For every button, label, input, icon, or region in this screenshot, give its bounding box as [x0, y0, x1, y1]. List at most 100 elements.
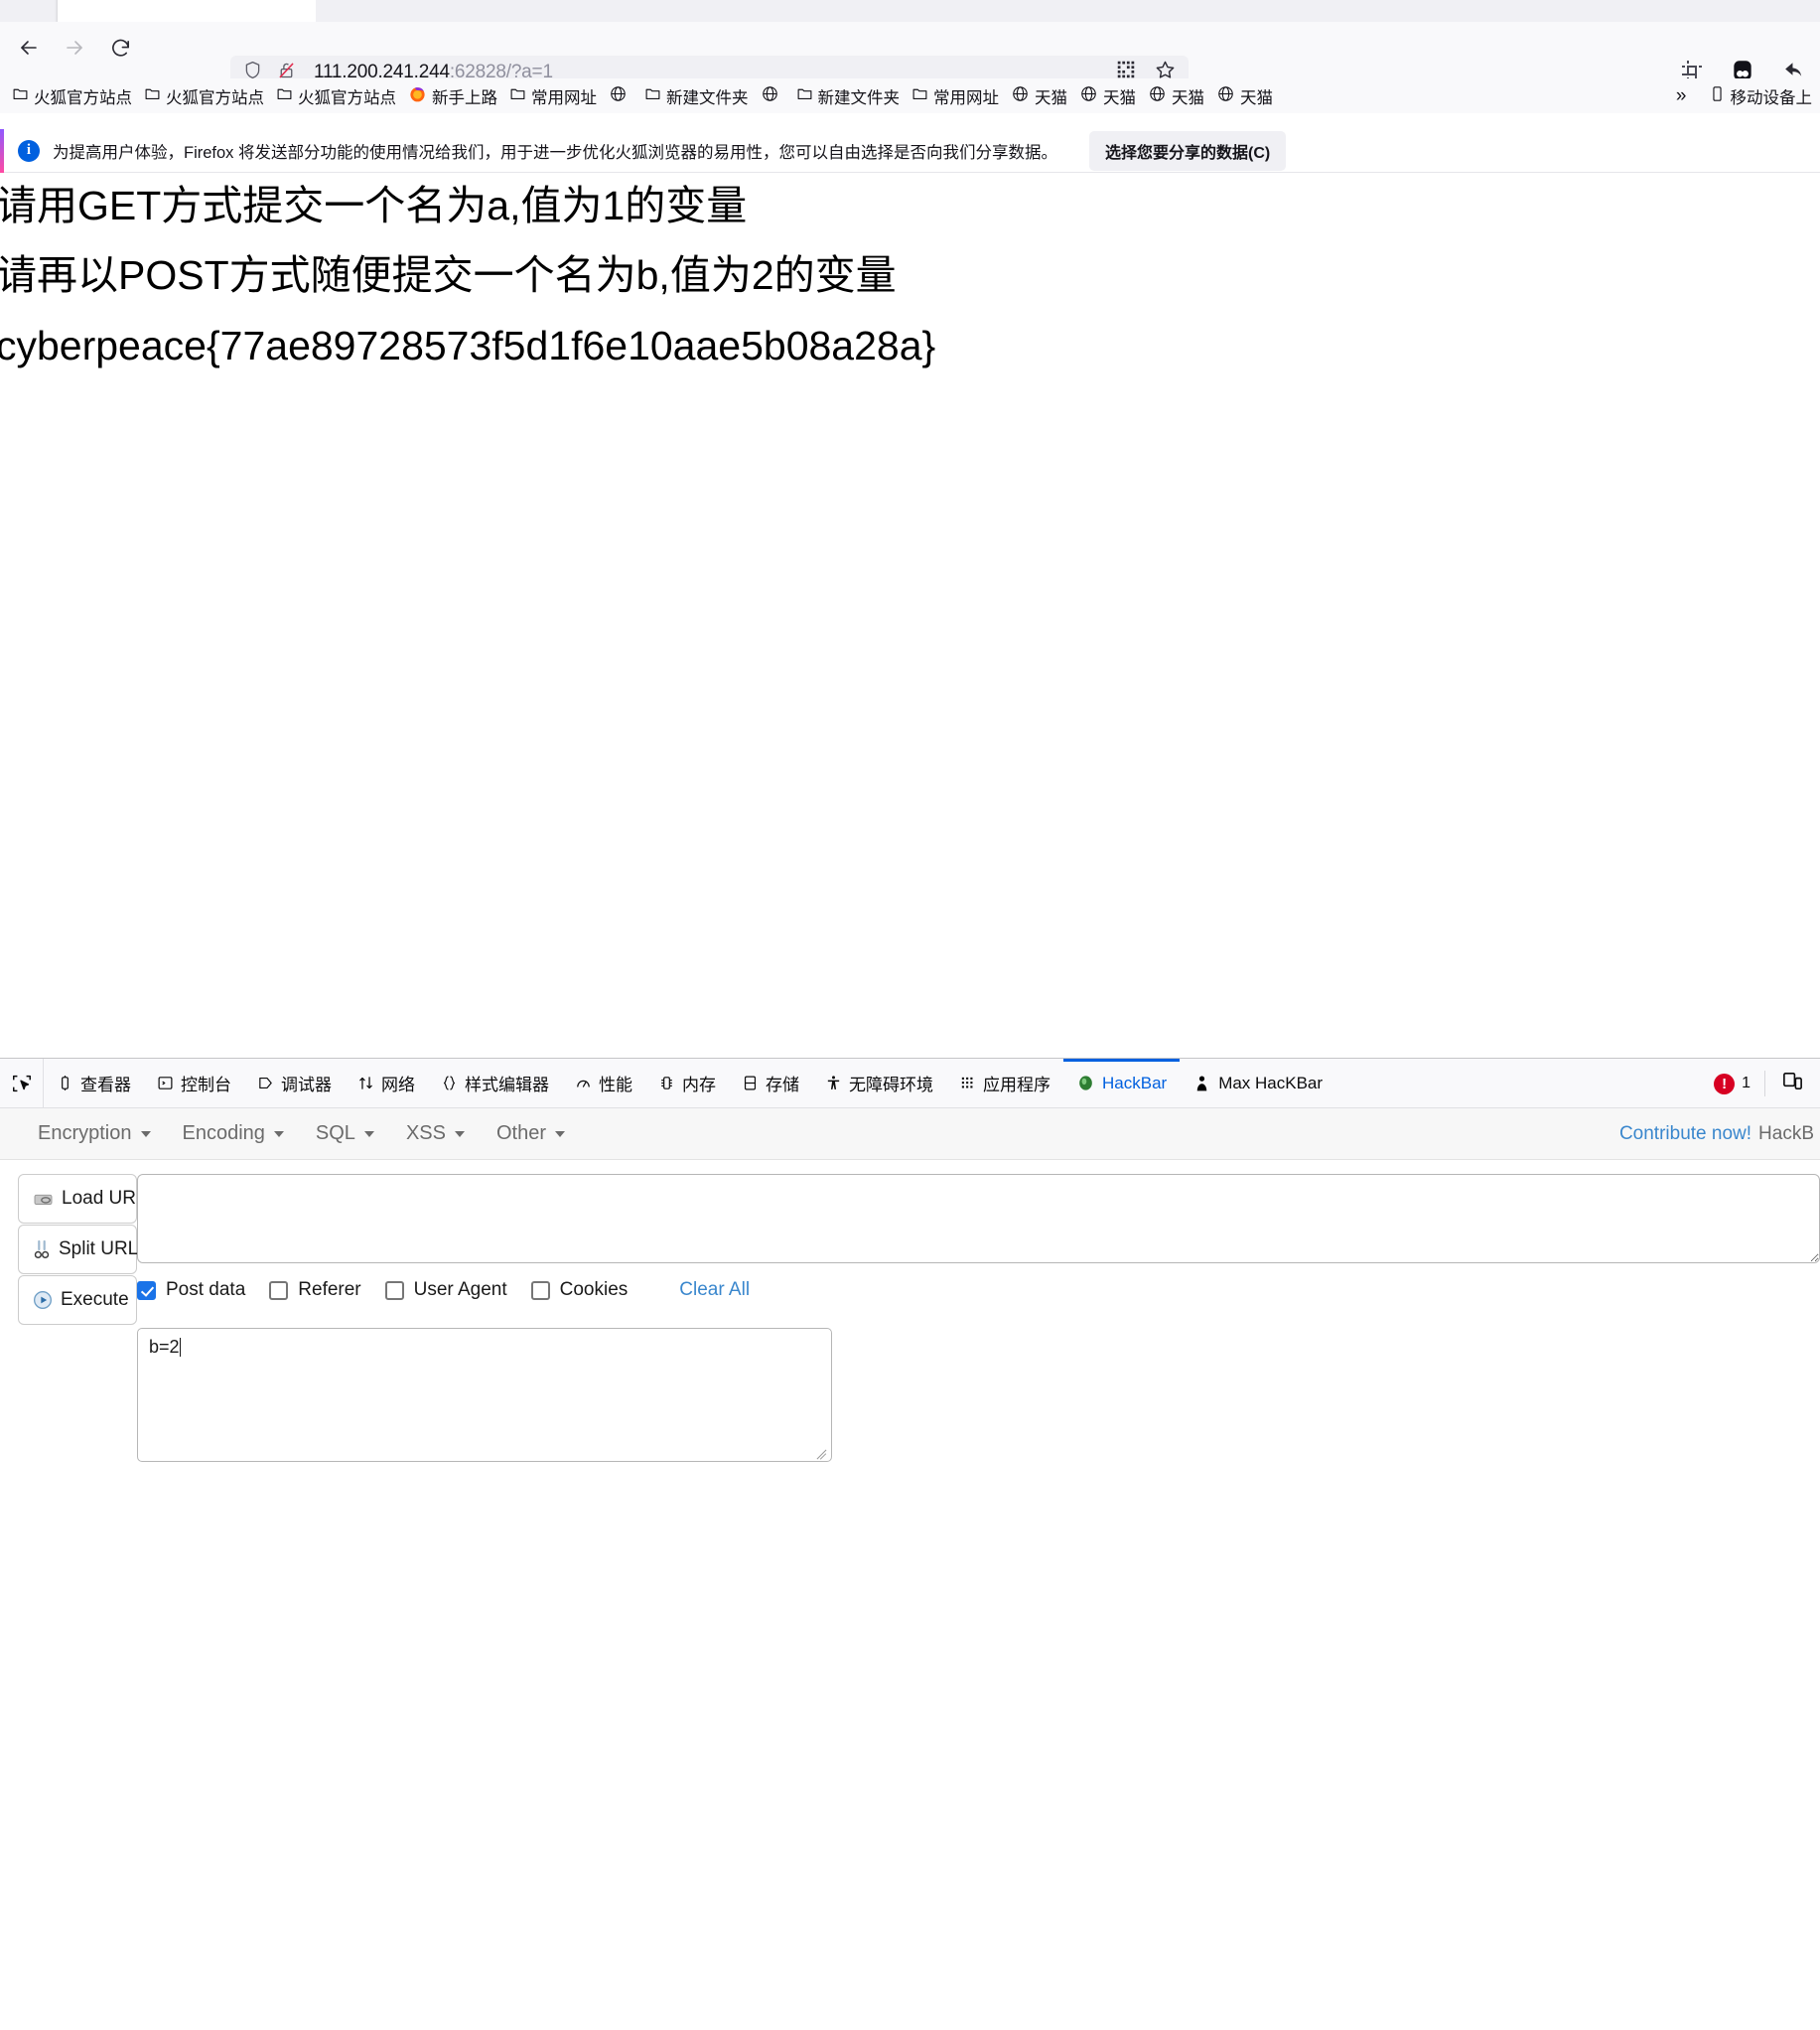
bookmarks-bar: 火狐官方站点 火狐官方站点 火狐官方站点 新手上路 常用网址 新建文件夹 新建文…	[0, 78, 1820, 113]
bookmark-item[interactable]: 常用网址	[503, 81, 603, 111]
post-data-area: b=2	[137, 1328, 832, 1462]
bookmark-item[interactable]	[755, 81, 790, 111]
choose-shared-data-button[interactable]: 选择您要分享的数据(C)	[1089, 130, 1287, 171]
menu-label: Other	[495, 1122, 546, 1144]
browser-tab-active[interactable]	[58, 0, 316, 22]
responsive-design-mode-button[interactable]	[1765, 1070, 1820, 1097]
bookmark-item[interactable]: 常用网址	[906, 81, 1005, 111]
element-picker-icon[interactable]	[0, 1058, 44, 1108]
text-cursor	[179, 1338, 182, 1357]
bookmark-item[interactable]: 天猫	[1210, 81, 1279, 111]
bookmark-item[interactable]: 火狐官方站点	[138, 81, 270, 111]
execute-button[interactable]: Execute	[18, 1275, 137, 1325]
url-input[interactable]	[137, 1174, 1820, 1263]
menu-label: Encoding	[182, 1122, 265, 1144]
devtools-tab-accessibility[interactable]: 无障碍环境	[812, 1059, 946, 1108]
hackbar-options-row: Post data Referer User Agent Cookies Cle…	[137, 1279, 750, 1301]
devtools-tab-label: 性能	[599, 1076, 632, 1094]
chevron-double-right-icon[interactable]: »	[1668, 85, 1695, 107]
devtools-error-counter[interactable]: ! 1	[1700, 1073, 1764, 1094]
bookmark-item[interactable]: 新建文件夹	[790, 81, 907, 111]
bookmark-item[interactable]: 新手上路	[402, 81, 503, 111]
menu-label: Encryption	[38, 1122, 132, 1144]
checkbox-box[interactable]	[530, 1280, 550, 1300]
checkbox-box[interactable]	[384, 1280, 404, 1300]
split-url-button[interactable]: Split URL	[18, 1225, 138, 1274]
devtools-tab-memory[interactable]: 内存	[645, 1059, 729, 1108]
devtools-tab-hackbar[interactable]: HackBar	[1063, 1059, 1180, 1108]
devtools-tab-label: 样式编辑器	[465, 1076, 549, 1094]
devtools-tab-performance[interactable]: 性能	[562, 1059, 645, 1108]
devtools-tab-debugger[interactable]: 调试器	[244, 1059, 345, 1108]
bookmark-item[interactable]: 天猫	[1142, 81, 1210, 111]
hackbar-menu-sql[interactable]: SQL	[300, 1116, 390, 1151]
checkbox-referer[interactable]: Referer	[269, 1279, 361, 1301]
resize-handle-icon[interactable]	[815, 1445, 829, 1459]
hackbar-menu-xss[interactable]: XSS	[390, 1116, 481, 1151]
checkbox-post-data[interactable]: Post data	[137, 1279, 245, 1301]
checkbox-box[interactable]	[137, 1280, 156, 1300]
checkbox-user-agent[interactable]: User Agent	[384, 1279, 507, 1301]
bookmark-item[interactable]: 火狐官方站点	[270, 81, 402, 111]
button-label: Execute	[61, 1289, 129, 1310]
checkbox-cookies[interactable]: Cookies	[530, 1279, 628, 1301]
devtools-tab-network[interactable]: 网络	[345, 1059, 428, 1108]
devtools-tab-max-hackbar[interactable]: Max HacKBar	[1180, 1059, 1335, 1108]
devtools-tab-console[interactable]: 控制台	[144, 1059, 244, 1108]
console-icon	[157, 1075, 174, 1091]
hackbar-menu-other[interactable]: Other	[481, 1116, 581, 1151]
globe-icon	[1216, 84, 1235, 108]
devtools-tab-label: 查看器	[80, 1076, 131, 1094]
devtools-tab-label: Max HacKBar	[1218, 1073, 1324, 1092]
chevron-down-icon	[273, 1130, 284, 1137]
tab-strip-empty-area[interactable]	[316, 0, 1820, 22]
checkbox-box[interactable]	[269, 1280, 289, 1300]
bookmark-item[interactable]: 天猫	[1005, 81, 1073, 111]
responsive-design-mode-icon	[1781, 1070, 1804, 1097]
firefox-icon	[408, 84, 427, 108]
clear-all-link[interactable]: Clear All	[679, 1279, 750, 1301]
hackbar-body: Load URL Split URL Execute Post data Ref…	[0, 1160, 1820, 1462]
load-url-button[interactable]: Load URL	[18, 1174, 147, 1224]
hackbar-panel: Encryption Encoding SQL XSS Other Contri…	[0, 1108, 1820, 1462]
contribute-link[interactable]: Contribute now!	[1619, 1123, 1751, 1145]
style-editor-icon	[441, 1075, 458, 1091]
bookmark-label: 天猫	[1172, 88, 1204, 107]
load-url-icon	[33, 1191, 54, 1208]
accessibility-icon	[825, 1075, 842, 1091]
hackbar-menu-encryption[interactable]: Encryption	[22, 1116, 167, 1151]
bookmark-item[interactable]: 火狐官方站点	[6, 81, 138, 111]
devtools-toolbar: 查看器 控制台 调试器 网络 样式编辑器 性能 内存 存储 无障碍环境 应用程序…	[0, 1058, 1820, 1108]
bookmark-item[interactable]	[603, 81, 638, 111]
tab-strip	[0, 0, 1820, 22]
page-content: 请用GET方式提交一个名为a,值为1的变量 请再以POST方式随便提交一个名为b…	[0, 174, 1820, 1058]
contribute-trailing-text: HackB	[1758, 1123, 1814, 1144]
bookmark-label: 火狐官方站点	[166, 88, 264, 107]
folder-icon	[509, 85, 526, 107]
devtools-tab-style-editor[interactable]: 样式编辑器	[428, 1059, 562, 1108]
storage-icon	[742, 1075, 759, 1091]
bookmark-item[interactable]: 新建文件夹	[638, 81, 755, 111]
devtools-tab-application[interactable]: 应用程序	[946, 1059, 1063, 1108]
globe-icon	[761, 84, 779, 108]
devtools-tab-inspector[interactable]: 查看器	[44, 1059, 144, 1108]
network-icon	[357, 1075, 374, 1091]
bookmark-label: 天猫	[1103, 88, 1136, 107]
forward-button[interactable]	[54, 30, 95, 72]
hackbar-menu-encoding[interactable]: Encoding	[167, 1116, 300, 1151]
notification-accent-bar	[0, 129, 4, 173]
post-data-input[interactable]	[137, 1328, 832, 1462]
globe-icon	[609, 84, 628, 108]
bookmark-item-mobile[interactable]: 移动设备上	[1703, 81, 1819, 111]
back-button[interactable]	[8, 30, 50, 72]
reload-button[interactable]	[99, 30, 141, 72]
globe-icon	[1148, 84, 1167, 108]
devtools-tab-storage[interactable]: 存储	[729, 1059, 812, 1108]
bookmark-item[interactable]: 天猫	[1073, 81, 1142, 111]
arrow-left-icon	[17, 36, 41, 65]
bookmark-label: 火狐官方站点	[34, 88, 132, 107]
bookmark-label: 新手上路	[432, 88, 497, 107]
devtools-tab-label: 存储	[766, 1076, 799, 1094]
folder-icon	[276, 85, 293, 107]
hackbar-action-buttons: Load URL Split URL Execute	[18, 1174, 147, 1326]
